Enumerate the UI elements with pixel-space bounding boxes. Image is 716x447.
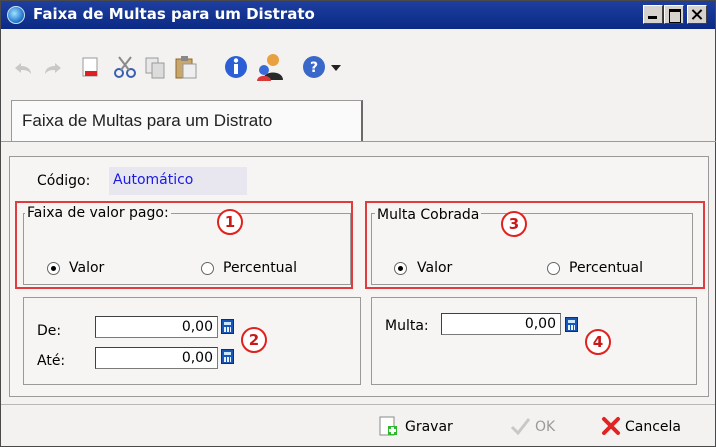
check-icon xyxy=(510,418,531,436)
window-title: Faixa de Multas para um Distrato xyxy=(33,5,315,23)
ate-label: Até: xyxy=(37,353,66,369)
toolbar: ? xyxy=(1,30,715,88)
info-icon[interactable] xyxy=(223,54,249,80)
users-icon[interactable] xyxy=(255,52,285,82)
tab-faixa-multas[interactable]: Faixa de Multas para um Distrato xyxy=(11,100,363,141)
delete-doc-icon[interactable] xyxy=(79,56,101,80)
cancela-button[interactable]: Cancela xyxy=(625,419,681,435)
app-window: Faixa de Multas para um Distrato ? Faixa… xyxy=(0,0,716,447)
codigo-value: Automático xyxy=(113,172,194,188)
svg-text:?: ? xyxy=(310,60,318,76)
copy-icon[interactable] xyxy=(143,55,167,79)
codigo-label: Código: xyxy=(37,173,91,189)
undo-icon[interactable] xyxy=(13,60,33,76)
save-icon[interactable] xyxy=(377,415,399,437)
multa-value-box xyxy=(371,297,697,385)
cut-icon[interactable] xyxy=(113,55,137,79)
annotation-box-1 xyxy=(15,201,353,289)
paste-icon[interactable] xyxy=(173,54,199,80)
multa-input[interactable]: 0,00 xyxy=(441,313,561,335)
tab-divider xyxy=(1,141,716,142)
de-input[interactable]: 0,00 xyxy=(95,316,218,338)
annotation-badge-4: 4 xyxy=(585,329,611,355)
calculator-icon[interactable] xyxy=(221,319,234,334)
multa-label: Multa: xyxy=(385,318,429,334)
close-button[interactable] xyxy=(687,5,707,24)
annotation-badge-2: 2 xyxy=(241,327,267,353)
annotation-box-3 xyxy=(365,201,705,289)
help-icon[interactable]: ? xyxy=(301,54,327,80)
annotation-badge-1: 1 xyxy=(217,209,243,235)
minimize-button[interactable] xyxy=(643,5,663,24)
calculator-icon[interactable] xyxy=(565,317,578,332)
app-icon xyxy=(7,6,25,24)
ok-button[interactable]: OK xyxy=(535,419,555,435)
tab-label: Faixa de Multas para um Distrato xyxy=(22,111,273,130)
maximize-button[interactable] xyxy=(664,5,684,24)
chevron-down-icon[interactable] xyxy=(330,64,342,72)
cancel-icon[interactable] xyxy=(601,416,621,436)
faixa-range-box xyxy=(23,297,361,385)
redo-icon[interactable] xyxy=(43,60,63,76)
de-label: De: xyxy=(37,323,62,339)
title-bar[interactable]: Faixa de Multas para um Distrato xyxy=(1,1,715,29)
gravar-button[interactable]: Gravar xyxy=(405,419,453,435)
calculator-icon[interactable] xyxy=(221,349,234,364)
ate-input[interactable]: 0,00 xyxy=(95,347,218,369)
annotation-badge-3: 3 xyxy=(501,211,527,237)
